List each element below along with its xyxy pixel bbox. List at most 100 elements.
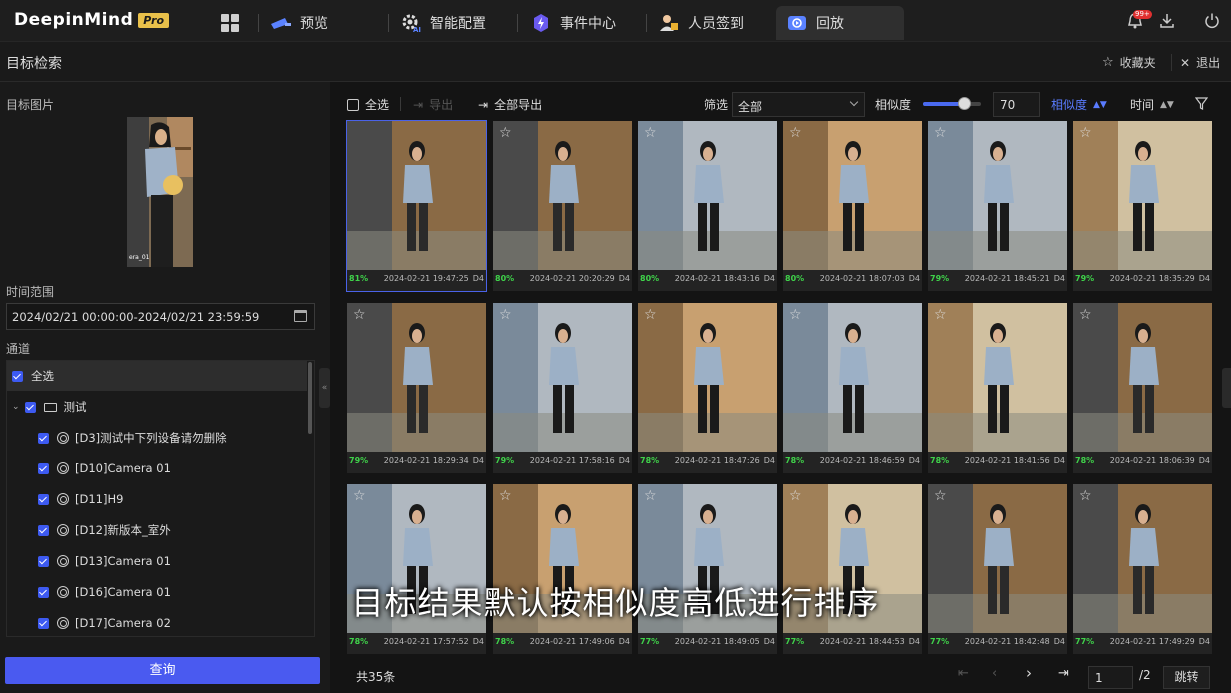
last-page-icon[interactable]: ⇥ (1058, 666, 1069, 681)
checkbox[interactable] (347, 98, 359, 111)
favorites-button[interactable]: ☆ 收藏夹 (1102, 54, 1156, 71)
star-icon[interactable]: ☆ (499, 126, 512, 140)
result-card[interactable]: ☆ 79% 2024-02-21 18:29:34 D4 (347, 303, 486, 473)
select-all-channels[interactable]: 全选 (7, 361, 307, 391)
result-card[interactable]: ☆ 77% 2024-02-21 18:42:48 D4 (928, 484, 1067, 654)
export-button[interactable]: ⇥ 导出 (413, 96, 453, 113)
result-thumbnail[interactable] (1073, 303, 1212, 452)
checkbox[interactable] (38, 524, 49, 536)
notification-badge: 99+ (1133, 10, 1152, 19)
first-page-icon[interactable]: ⇤ (958, 666, 969, 681)
result-thumbnail[interactable] (1073, 121, 1212, 270)
channel-item[interactable]: [D12]新版本_室外 (38, 515, 171, 545)
query-button[interactable]: 查询 (5, 657, 320, 684)
prev-page-icon[interactable]: ‹ (992, 666, 997, 681)
star-icon[interactable]: ☆ (499, 489, 512, 503)
logo-text: DeepinMind (14, 10, 134, 30)
star-icon[interactable]: ☆ (934, 489, 947, 503)
result-channel: D4 (1198, 637, 1210, 646)
result-thumbnail[interactable] (638, 121, 777, 270)
tab-preview[interactable]: 预览 (270, 6, 380, 40)
channel-scrollbar[interactable] (308, 362, 312, 434)
chevron-down-icon[interactable]: ⌄ (12, 402, 20, 412)
download-icon[interactable] (1158, 12, 1176, 30)
result-card[interactable]: ☆ 78% 2024-02-21 17:57:52 D4 (347, 484, 486, 654)
result-thumbnail[interactable] (493, 303, 632, 452)
checkbox[interactable] (12, 370, 23, 382)
star-icon[interactable]: ☆ (644, 308, 657, 322)
checkbox[interactable] (24, 401, 36, 413)
result-card[interactable]: ☆ 78% 2024-02-21 18:41:56 D4 (928, 303, 1067, 473)
similarity-input[interactable]: 70 (993, 92, 1040, 117)
result-card[interactable]: ☆ 77% 2024-02-21 18:44:53 D4 (783, 484, 922, 654)
channel-item[interactable]: [D11]H9 (38, 484, 123, 514)
sort-similarity-button[interactable]: 相似度 ▲▼ (1051, 96, 1107, 113)
time-range-field[interactable]: 2024/02/21 00:00:00-2024/02/21 23:59:59 (6, 303, 315, 330)
result-thumbnail[interactable] (783, 303, 922, 452)
collapse-left-button[interactable]: « (319, 368, 330, 408)
star-icon[interactable]: ☆ (644, 489, 657, 503)
result-thumbnail[interactable] (928, 303, 1067, 452)
result-card[interactable]: ☆ 77% 2024-02-21 18:49:05 D4 (638, 484, 777, 654)
tab-event-center[interactable]: 事件中心 (530, 6, 640, 40)
jump-button[interactable]: 跳转 (1163, 666, 1210, 689)
result-card[interactable]: ☆ 79% 2024-02-21 18:35:29 D4 (1073, 121, 1212, 291)
checkbox[interactable] (38, 493, 49, 505)
result-card[interactable]: 81% 2024-02-21 19:47:25 D4 (346, 120, 487, 292)
checkbox[interactable] (38, 432, 49, 444)
similarity-slider[interactable] (923, 97, 981, 110)
result-card[interactable]: ☆ 78% 2024-02-21 18:47:26 D4 (638, 303, 777, 473)
calendar-icon[interactable] (294, 310, 307, 322)
power-icon[interactable] (1203, 12, 1221, 30)
slider-knob[interactable] (957, 97, 971, 110)
target-image[interactable]: era_01 (127, 117, 193, 267)
star-icon[interactable]: ☆ (1079, 489, 1092, 503)
result-card[interactable]: ☆ 80% 2024-02-21 18:07:03 D4 (783, 121, 922, 291)
exit-button[interactable]: ✕ 退出 (1171, 54, 1220, 71)
page-input[interactable]: 1 (1088, 666, 1133, 689)
result-card[interactable]: ☆ 77% 2024-02-21 17:49:29 D4 (1073, 484, 1212, 654)
result-thumbnail[interactable] (347, 121, 486, 270)
result-thumbnail[interactable] (347, 303, 486, 452)
result-thumbnail[interactable] (638, 303, 777, 452)
result-thumbnail[interactable] (928, 121, 1067, 270)
star-icon[interactable]: ☆ (934, 308, 947, 322)
result-meta: 78% 2024-02-21 17:49:06 D4 (495, 637, 630, 646)
filter-select[interactable]: 全部 (732, 92, 865, 117)
tab-smart-config[interactable]: AI 智能配置 (400, 6, 520, 40)
result-card[interactable]: ☆ 80% 2024-02-21 18:43:16 D4 (638, 121, 777, 291)
filter-icon[interactable] (1195, 97, 1208, 110)
checkbox[interactable] (38, 555, 49, 567)
star-icon[interactable]: ☆ (499, 308, 512, 322)
result-card[interactable]: ☆ 78% 2024-02-21 18:06:39 D4 (1073, 303, 1212, 473)
star-icon[interactable]: ☆ (789, 308, 802, 322)
star-icon[interactable]: ☆ (934, 126, 947, 140)
star-icon[interactable]: ☆ (1079, 308, 1092, 322)
channel-item[interactable]: [D3]测试中下列设备请勿删除 (38, 423, 227, 453)
channel-item[interactable]: [D10]Camera 01 (38, 453, 171, 483)
result-card[interactable]: ☆ 78% 2024-02-21 17:49:06 D4 (493, 484, 632, 654)
select-all-results[interactable]: 全选 (347, 96, 389, 113)
collapse-right-button[interactable] (1222, 368, 1231, 408)
star-icon[interactable]: ☆ (353, 308, 366, 322)
result-card[interactable]: ☆ 79% 2024-02-21 18:45:21 D4 (928, 121, 1067, 291)
star-icon[interactable]: ☆ (789, 126, 802, 140)
result-card[interactable]: ☆ 80% 2024-02-21 20:20:29 D4 (493, 121, 632, 291)
checkbox[interactable] (38, 462, 49, 474)
tab-person-signin[interactable]: 人员签到 (658, 6, 768, 40)
star-icon[interactable]: ☆ (353, 489, 366, 503)
star-icon[interactable]: ☆ (789, 489, 802, 503)
export-all-button[interactable]: ⇥ 全部导出 (478, 96, 542, 113)
channel-item[interactable]: [D13]Camera 01 (38, 546, 171, 576)
star-icon[interactable]: ☆ (644, 126, 657, 140)
tab-playback[interactable]: 回放 (776, 6, 904, 40)
star-icon[interactable]: ☆ (1079, 126, 1092, 140)
sort-time-button[interactable]: 时间 ▲▼ (1130, 96, 1174, 113)
result-card[interactable]: ☆ 79% 2024-02-21 17:58:16 D4 (493, 303, 632, 473)
result-thumbnail[interactable] (783, 121, 922, 270)
result-card[interactable]: ☆ 78% 2024-02-21 18:46:59 D4 (783, 303, 922, 473)
next-page-icon[interactable]: › (1026, 664, 1032, 682)
result-thumbnail[interactable] (493, 121, 632, 270)
channel-group[interactable]: ⌄ 测试 (12, 392, 87, 422)
app-grid-icon[interactable] (221, 14, 239, 32)
